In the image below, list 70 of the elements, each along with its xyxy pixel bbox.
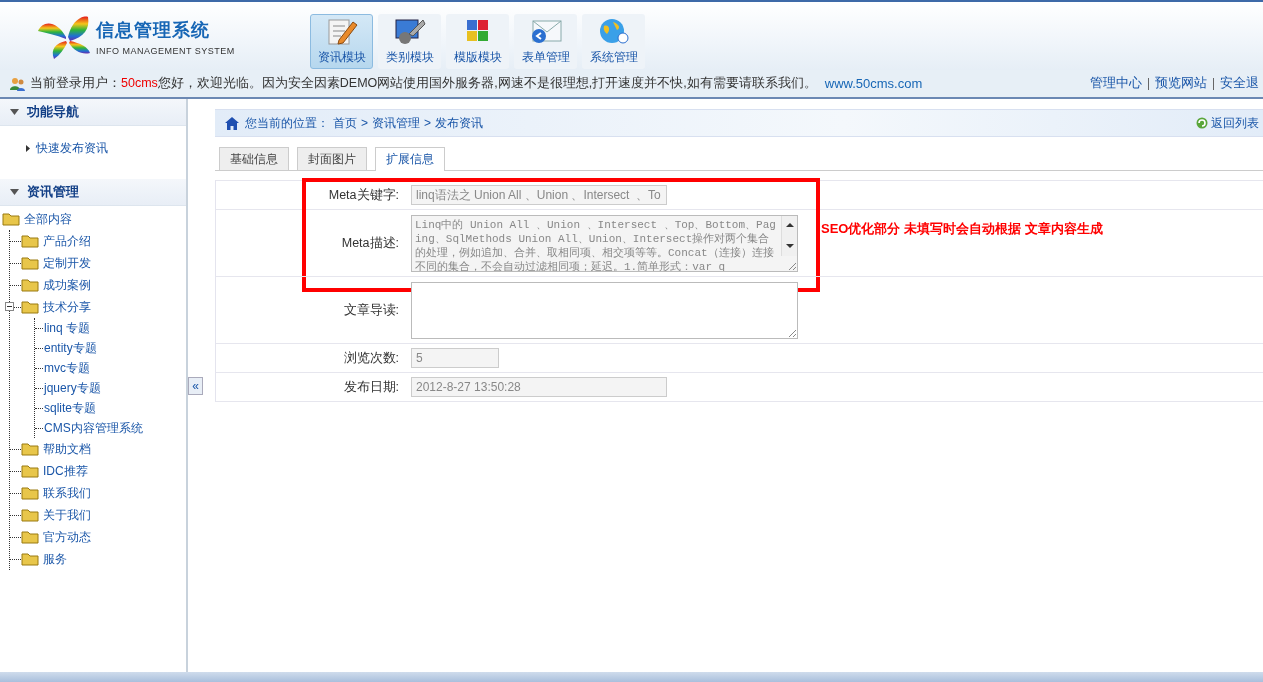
- back-to-list-link[interactable]: 返回列表: [1196, 114, 1259, 132]
- site-link[interactable]: www.50cms.com: [824, 76, 923, 91]
- tree-item[interactable]: mvc专题: [44, 359, 90, 377]
- module-tab[interactable]: 资讯模块: [310, 14, 373, 69]
- folder-icon: [21, 508, 39, 522]
- bullet-icon: [26, 145, 30, 152]
- field-label: Meta描述:: [340, 234, 400, 252]
- resize-grip-icon: [788, 261, 796, 270]
- breadcrumb-separator: >: [361, 116, 368, 130]
- tree-item[interactable]: IDC推荐: [43, 462, 88, 480]
- tree-item[interactable]: 产品介绍: [43, 232, 91, 250]
- folder-icon: [21, 552, 39, 566]
- folder-icon: [2, 212, 20, 226]
- collapse-sidebar-button[interactable]: «: [188, 377, 203, 395]
- caret-icon: [10, 109, 19, 115]
- tree-item[interactable]: 帮助文档: [43, 440, 91, 458]
- folder-icon: [21, 530, 39, 544]
- nav-link[interactable]: 快速发布资讯: [26, 140, 186, 157]
- logo-subtitle: INFO MANAGEMENT SYSTEM: [96, 46, 235, 56]
- module-tab[interactable]: 模版模块: [446, 14, 509, 69]
- module-tab[interactable]: 系统管理: [582, 14, 645, 69]
- field-label: 文章导读:: [342, 301, 400, 319]
- collapse-icon[interactable]: [5, 302, 14, 311]
- home-icon: [225, 116, 239, 130]
- top-link[interactable]: 管理中心: [1090, 75, 1142, 92]
- logo-title: 信息管理系统: [96, 19, 211, 42]
- users-icon: [10, 75, 26, 92]
- field-label: 发布日期:: [342, 378, 400, 396]
- breadcrumb-link[interactable]: 发布资讯: [435, 114, 484, 132]
- top-link[interactable]: 预览网站: [1155, 75, 1207, 92]
- breadcrumb-separator: >: [424, 116, 432, 130]
- field-label: 浏览次数:: [342, 349, 400, 367]
- tree-item[interactable]: linq 专题: [44, 319, 90, 337]
- folder-icon: [21, 300, 39, 314]
- annotation-note: SEO优化部分 未填写时会自动根据 文章内容生成: [821, 220, 1103, 238]
- tree-item[interactable]: 关于我们: [43, 506, 91, 524]
- breadcrumb-label: 您当前的位置：: [245, 114, 329, 132]
- folder-icon: [21, 464, 39, 478]
- tree-item[interactable]: 服务: [43, 550, 67, 568]
- breadcrumb-link[interactable]: 首页: [333, 114, 357, 132]
- module-tab[interactable]: 表单管理: [514, 14, 577, 69]
- tree-item[interactable]: 官方动态: [43, 528, 91, 546]
- top-link[interactable]: 安全退: [1220, 75, 1259, 92]
- section-header[interactable]: 资讯管理: [0, 179, 186, 206]
- tree-item[interactable]: entity专题: [44, 339, 97, 357]
- folder-icon: [21, 486, 39, 500]
- folder-icon: [21, 256, 39, 270]
- folder-icon: [21, 234, 39, 248]
- section-header[interactable]: 功能导航: [0, 99, 186, 126]
- caret-icon: [10, 189, 19, 195]
- tree-item[interactable]: 全部内容: [24, 210, 72, 228]
- tree-item[interactable]: sqlite专题: [44, 399, 96, 417]
- tree-item[interactable]: CMS内容管理系统: [44, 419, 143, 437]
- folder-icon: [21, 442, 39, 456]
- return-arrow-icon: [1196, 117, 1208, 129]
- module-tab[interactable]: 类别模块: [378, 14, 441, 69]
- resize-grip-icon: [788, 328, 796, 337]
- tree-item[interactable]: 联系我们: [43, 484, 91, 502]
- tree-item[interactable]: 定制开发: [43, 254, 91, 272]
- tree-item[interactable]: jquery专题: [44, 379, 101, 397]
- tree-item[interactable]: 技术分享: [43, 298, 91, 316]
- welcome-message: 当前登录用户：50cms您好，欢迎光临。因为安全因素DEMO网站使用国外服务器,网速不是很理想,打开速度并不快,如有需要请联系我们。: [30, 75, 817, 92]
- field-label: Meta关键字:: [327, 186, 400, 204]
- form-tab[interactable]: 基础信息: [219, 147, 289, 170]
- breadcrumb-link[interactable]: 资讯管理: [372, 114, 420, 132]
- tree-item[interactable]: 成功案例: [43, 276, 91, 294]
- folder-icon: [21, 278, 39, 292]
- form-tab[interactable]: 封面图片: [297, 147, 367, 170]
- scrollbar[interactable]: [781, 215, 797, 256]
- form-tab[interactable]: 扩展信息: [375, 147, 445, 171]
